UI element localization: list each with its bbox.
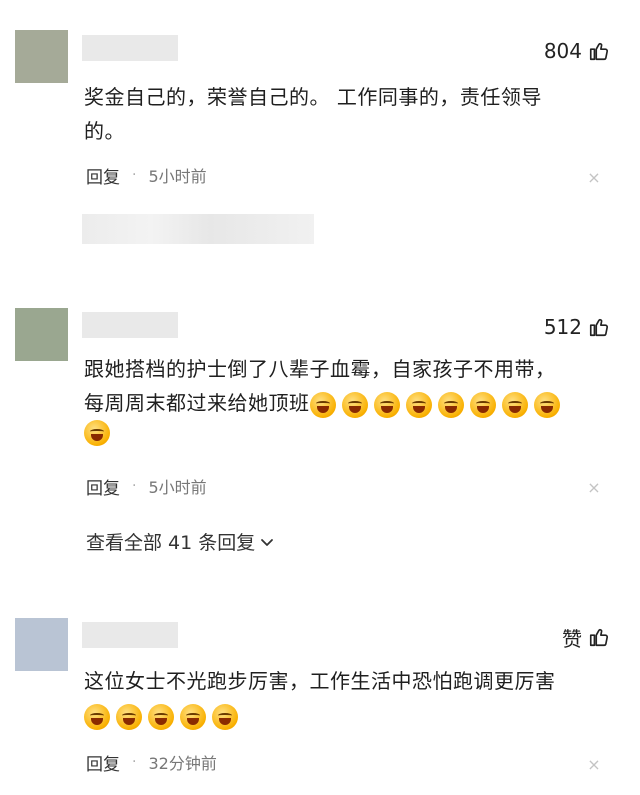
laugh-cry-emoji xyxy=(469,391,496,418)
laugh-cry-emoji xyxy=(405,391,432,418)
comment-line: 这位女士不光跑步厉害，工作生活中恐怕跑调更厉害 xyxy=(84,669,556,693)
reply-button[interactable]: 回复 xyxy=(86,163,120,188)
thumbs-up-icon xyxy=(589,628,608,647)
laugh-cry-emoji xyxy=(309,391,336,418)
comment-meta: 回复 · 5小时前 xyxy=(86,474,207,499)
emoji-row xyxy=(84,703,238,730)
separator-dot: · xyxy=(132,478,137,494)
laugh-cry-emoji xyxy=(501,391,528,418)
username-blurred[interactable] xyxy=(82,35,178,61)
comment-2: 512 跟她搭档的护士倒了八辈子血霉，自家孩子不用带， 每周周末都过来给她顶班 … xyxy=(0,300,640,560)
laugh-cry-emoji xyxy=(84,703,110,730)
reply-button[interactable]: 回复 xyxy=(86,474,120,499)
view-all-replies-button[interactable]: 查看全部 41 条回复 xyxy=(86,528,275,555)
comment-line: 跟她搭档的护士倒了八辈子血霉，自家孩子不用带， xyxy=(84,357,556,381)
timestamp: 5小时前 xyxy=(148,167,207,186)
view-all-label: 查看全部 41 条回复 xyxy=(86,532,256,554)
comment-line-with-emoji: 每周周末都过来给她顶班 xyxy=(84,386,604,420)
thumbs-up-icon xyxy=(589,42,608,61)
username-blurred[interactable] xyxy=(82,312,178,338)
reply-button[interactable]: 回复 xyxy=(86,750,120,775)
comment-text: 这位女士不光跑步厉害，工作生活中恐怕跑调更厉害 xyxy=(84,664,604,732)
comment-line: 奖金自己的，荣誉自己的。 工作同事的，责任领导 xyxy=(84,85,542,109)
comment-text: 跟她搭档的护士倒了八辈子血霉，自家孩子不用带， 每周周末都过来给她顶班 xyxy=(84,352,604,456)
timestamp: 5小时前 xyxy=(148,478,207,497)
avatar[interactable] xyxy=(15,308,68,361)
like-button[interactable]: 赞 xyxy=(562,622,610,652)
like-button[interactable]: 804 xyxy=(544,36,610,66)
thumbs-up-icon xyxy=(589,318,608,337)
timestamp: 32分钟前 xyxy=(148,754,217,773)
separator-dot: · xyxy=(132,754,137,770)
like-button[interactable]: 512 xyxy=(544,312,610,342)
laugh-cry-emoji xyxy=(437,391,464,418)
comment-line: 的。 xyxy=(84,119,125,143)
avatar[interactable] xyxy=(15,30,68,83)
laugh-cry-emoji xyxy=(116,703,142,730)
like-count: 512 xyxy=(543,315,582,339)
comment-1: 804 奖金自己的，荣誉自己的。 工作同事的，责任领导 的。 回复 · 5小时前… xyxy=(0,0,640,200)
laugh-cry-emoji xyxy=(341,391,368,418)
comment-meta: 回复 · 32分钟前 xyxy=(86,750,217,775)
close-icon[interactable]: × xyxy=(586,168,602,187)
username-blurred[interactable] xyxy=(82,622,178,648)
avatar[interactable] xyxy=(15,618,68,671)
reply-preview-blurred[interactable] xyxy=(82,214,314,244)
laugh-cry-emoji xyxy=(148,703,174,730)
emoji-line xyxy=(84,698,604,732)
comment-meta: 回复 · 5小时前 xyxy=(86,163,207,188)
chevron-down-icon xyxy=(261,538,274,546)
laugh-cry-emoji xyxy=(180,703,206,730)
laugh-cry-emoji xyxy=(373,391,400,418)
close-icon[interactable]: × xyxy=(586,478,602,497)
like-label: 赞 xyxy=(562,626,582,651)
like-count: 804 xyxy=(543,39,582,63)
laugh-cry-emoji xyxy=(533,391,560,418)
separator-dot: · xyxy=(132,167,137,183)
comment-3: 赞 这位女士不光跑步厉害，工作生活中恐怕跑调更厉害 回复 · 32分钟前 × xyxy=(0,610,640,795)
laugh-cry-emoji xyxy=(212,703,238,730)
comment-line: 每周周末都过来给她顶班 xyxy=(84,391,310,415)
laugh-cry-emoji xyxy=(84,420,110,446)
emoji-line xyxy=(84,420,604,456)
comment-text: 奖金自己的，荣誉自己的。 工作同事的，责任领导 的。 xyxy=(84,80,604,148)
emoji-row xyxy=(309,391,560,418)
close-icon[interactable]: × xyxy=(586,755,602,774)
